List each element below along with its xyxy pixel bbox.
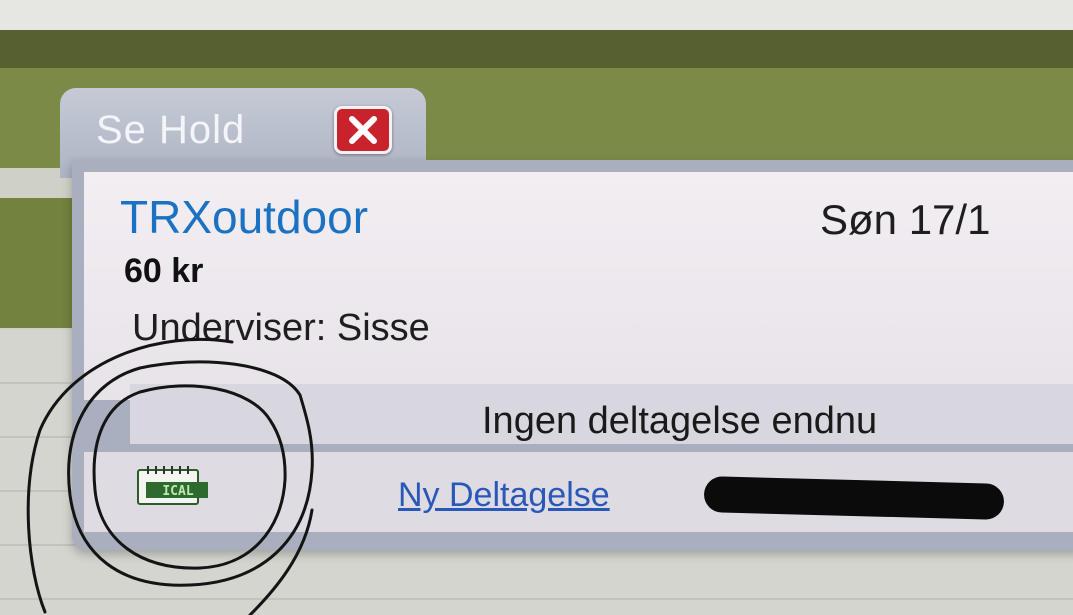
site-header-bar [0,30,1073,68]
course-name-link[interactable]: TRXoutdoor [120,190,368,244]
close-icon [349,116,377,144]
new-participation-link[interactable]: Ny Deltagelse [398,476,610,515]
redacted-marker [703,476,1005,520]
class-teacher: Underviser: Sisse [132,307,430,349]
calendar-icon[interactable]: ICAL [136,464,210,508]
browser-top-area [0,0,1073,30]
dialog-action-bar: ICAL Ny Deltagelse [84,452,1073,532]
class-date: Søn 17/1 [820,196,991,243]
dialog-title: Se Hold [96,108,246,152]
ical-label: ICAL [162,484,193,499]
class-price: 60 kr [124,252,204,290]
class-info-panel: TRXoutdoor Søn 17/1 1 60 kr Underviser: … [84,172,1073,400]
class-details-dialog: TRXoutdoor Søn 17/1 1 60 kr Underviser: … [72,160,1073,550]
participation-status-panel: Ingen deltagelse endnu [130,384,1073,444]
close-button[interactable] [334,106,392,154]
participation-status: Ingen deltagelse endnu [482,400,878,442]
